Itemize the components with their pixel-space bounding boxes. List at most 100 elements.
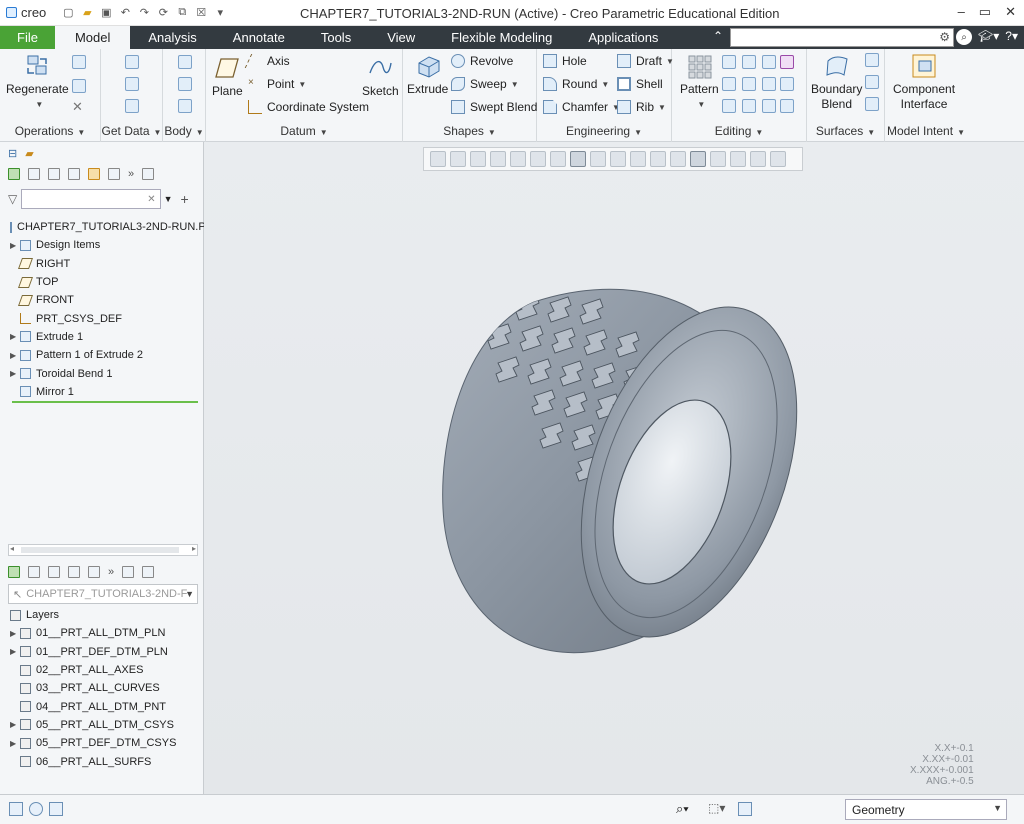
expand-arrow-icon[interactable]: ▶ xyxy=(10,332,20,341)
active-model-dropdown[interactable]: ↖ CHAPTER7_TUTORIAL3-2ND-F ▼ xyxy=(8,584,198,604)
expand-arrow-icon[interactable]: ▶ xyxy=(10,351,20,360)
layer-item[interactable]: 02__PRT_ALL_AXES xyxy=(10,661,200,679)
tree-filters-icon[interactable] xyxy=(28,168,40,180)
tree-search-input[interactable] xyxy=(21,189,162,209)
search-icon[interactable]: ⌕ xyxy=(956,29,973,45)
group-engineering-label[interactable]: Engineering ▼ xyxy=(537,124,671,138)
layer-item[interactable]: 03__PRT_ALL_CURVES xyxy=(10,679,200,697)
close-window-icon[interactable]: ☒ xyxy=(193,5,209,21)
command-search-input[interactable]: ⚙ xyxy=(730,28,954,47)
show-navigator-icon[interactable] xyxy=(9,802,23,816)
copy-geometry-icon[interactable] xyxy=(125,77,139,91)
layer-settings-icon[interactable] xyxy=(122,566,135,578)
group-shapes-label[interactable]: Shapes ▼ xyxy=(403,124,536,138)
selection-box-icon[interactable]: ⬚▾ xyxy=(708,801,725,815)
windows-icon[interactable]: ⧉ xyxy=(174,5,190,21)
layer-item[interactable]: ▶ 05__PRT_DEF_DTM_CSYS xyxy=(10,734,200,752)
model-tree-tab-icon[interactable]: ⊟ xyxy=(8,147,17,160)
layer-collapse-icon[interactable] xyxy=(48,566,60,578)
paste-icon[interactable] xyxy=(72,79,86,93)
sketch-button[interactable]: Sketch xyxy=(362,55,399,99)
copy-icon[interactable] xyxy=(72,55,86,69)
tab-tools[interactable]: Tools xyxy=(303,26,369,49)
axis-button[interactable]: Axis xyxy=(244,54,290,68)
tree-item[interactable]: ▶ Design Items xyxy=(10,236,200,254)
expand-arrow-icon[interactable]: ▶ xyxy=(10,629,20,638)
merge-icon[interactable] xyxy=(722,77,736,91)
delete-icon[interactable]: ✕ xyxy=(72,99,83,115)
expand-arrow-icon[interactable]: ▶ xyxy=(10,720,20,729)
fill-icon[interactable] xyxy=(865,53,879,67)
layer-item[interactable]: ▶ 01__PRT_DEF_DTM_PLN xyxy=(10,643,200,661)
tab-view[interactable]: View xyxy=(369,26,433,49)
boundary-blend-button[interactable]: Boundary Blend xyxy=(811,53,862,112)
highlight-icon[interactable] xyxy=(88,168,100,180)
pattern-button[interactable]: Pattern ▼ xyxy=(680,53,719,112)
layer-item[interactable]: 06__PRT_ALL_SURFS xyxy=(10,752,200,770)
freestyle-icon[interactable] xyxy=(865,97,879,111)
layers-icon[interactable] xyxy=(8,566,20,578)
search-settings-gear-icon[interactable]: ⚙ xyxy=(939,30,950,44)
hole-button[interactable]: Hole xyxy=(543,54,587,68)
save-icon[interactable]: ▣ xyxy=(98,5,114,21)
customize-toolbar-icon[interactable]: ▾ xyxy=(212,5,228,21)
rib-button[interactable]: Rib ▼ xyxy=(617,100,666,114)
group-editing-label[interactable]: Editing ▼ xyxy=(672,124,806,138)
trim-icon[interactable] xyxy=(742,77,756,91)
spinal-bend-icon[interactable] xyxy=(780,99,794,113)
layer-filter-icon[interactable] xyxy=(88,566,100,578)
help-icon[interactable]: ?▾ xyxy=(1005,29,1018,45)
group-model-intent-label[interactable]: Model Intent ▼ xyxy=(885,124,967,138)
learning-hat-icon[interactable]: 🎓︎▾ xyxy=(978,29,999,45)
tree-root[interactable]: CHAPTER7_TUTORIAL3-2ND-RUN.PI xyxy=(10,218,209,236)
layers-root[interactable]: Layers xyxy=(10,606,200,624)
insert-here-line[interactable] xyxy=(12,401,198,403)
component-interface-button[interactable]: Component Interface xyxy=(893,53,955,112)
regenerate-quick-icon[interactable]: ⟳ xyxy=(155,5,171,21)
tree-item[interactable]: ▶ Extrude 1 xyxy=(10,328,200,346)
add-filter-icon[interactable]: + xyxy=(181,191,189,207)
group-surfaces-label[interactable]: Surfaces ▼ xyxy=(807,124,884,138)
tree-item[interactable]: TOP xyxy=(10,273,200,291)
chamfer-button[interactable]: Chamfer ▼ xyxy=(543,100,620,114)
minimize-icon[interactable]: – xyxy=(958,4,965,20)
group-datum-label[interactable]: Datum ▼ xyxy=(206,124,402,138)
expand-arrow-icon[interactable]: ▶ xyxy=(10,241,20,250)
toroidal-bend-tool-icon[interactable] xyxy=(762,99,776,113)
tree-item[interactable]: ▶ Pattern 1 of Extrude 2 xyxy=(10,346,200,364)
tree-item[interactable]: ▶ Toroidal Bend 1 xyxy=(10,364,200,382)
extrude-button[interactable]: Extrude xyxy=(407,53,448,97)
browser-icon[interactable] xyxy=(29,802,43,816)
expand-arrow-icon[interactable]: ▶ xyxy=(10,739,20,748)
tree-view-icon[interactable] xyxy=(68,168,80,180)
extend-icon[interactable] xyxy=(742,55,756,69)
group-body-label[interactable]: Body ▼ xyxy=(163,124,205,138)
tire-model[interactable] xyxy=(204,142,1024,794)
tab-analysis[interactable]: Analysis xyxy=(130,26,214,49)
layer-item[interactable]: ▶ 01__PRT_ALL_DTM_PLN xyxy=(10,624,200,642)
graphics-area[interactable]: X.X+-0.1 X.XX+-0.01 X.XXX+-0.001 ANG.+-0… xyxy=(204,142,1024,794)
tab-model[interactable]: Model xyxy=(54,26,131,49)
collapse-ribbon-icon[interactable]: ⌃ xyxy=(713,29,723,43)
expand-arrow-icon[interactable]: ▶ xyxy=(10,369,20,378)
tree-item[interactable]: FRONT xyxy=(10,291,200,309)
maximize-icon[interactable]: ▭ xyxy=(979,4,991,20)
point-button[interactable]: × Point ▼ xyxy=(248,77,306,91)
more-chevron-icon[interactable]: » xyxy=(128,168,134,180)
shrinkwrap-icon[interactable] xyxy=(125,99,139,113)
remove-icon[interactable] xyxy=(742,99,756,113)
boolean-icon[interactable] xyxy=(178,77,192,91)
selected-items-icon[interactable] xyxy=(738,802,752,816)
plane-button[interactable]: Plane xyxy=(212,55,243,99)
more-chevron-icon[interactable]: » xyxy=(108,566,114,578)
group-operations-label[interactable]: Operations ▼ xyxy=(0,124,100,138)
layer-item[interactable]: ▶ 05__PRT_ALL_DTM_CSYS xyxy=(10,716,200,734)
project-icon[interactable] xyxy=(762,55,776,69)
style-icon[interactable] xyxy=(865,75,879,89)
tab-applications[interactable]: Applications xyxy=(570,26,676,49)
show-icon[interactable] xyxy=(8,168,20,180)
settings-icon[interactable] xyxy=(108,168,120,180)
layer-item[interactable]: 04__PRT_ALL_DTM_PNT xyxy=(10,697,200,715)
swept-blend-button[interactable]: Swept Blend xyxy=(451,100,537,114)
new-file-icon[interactable]: ▢ xyxy=(60,5,76,21)
